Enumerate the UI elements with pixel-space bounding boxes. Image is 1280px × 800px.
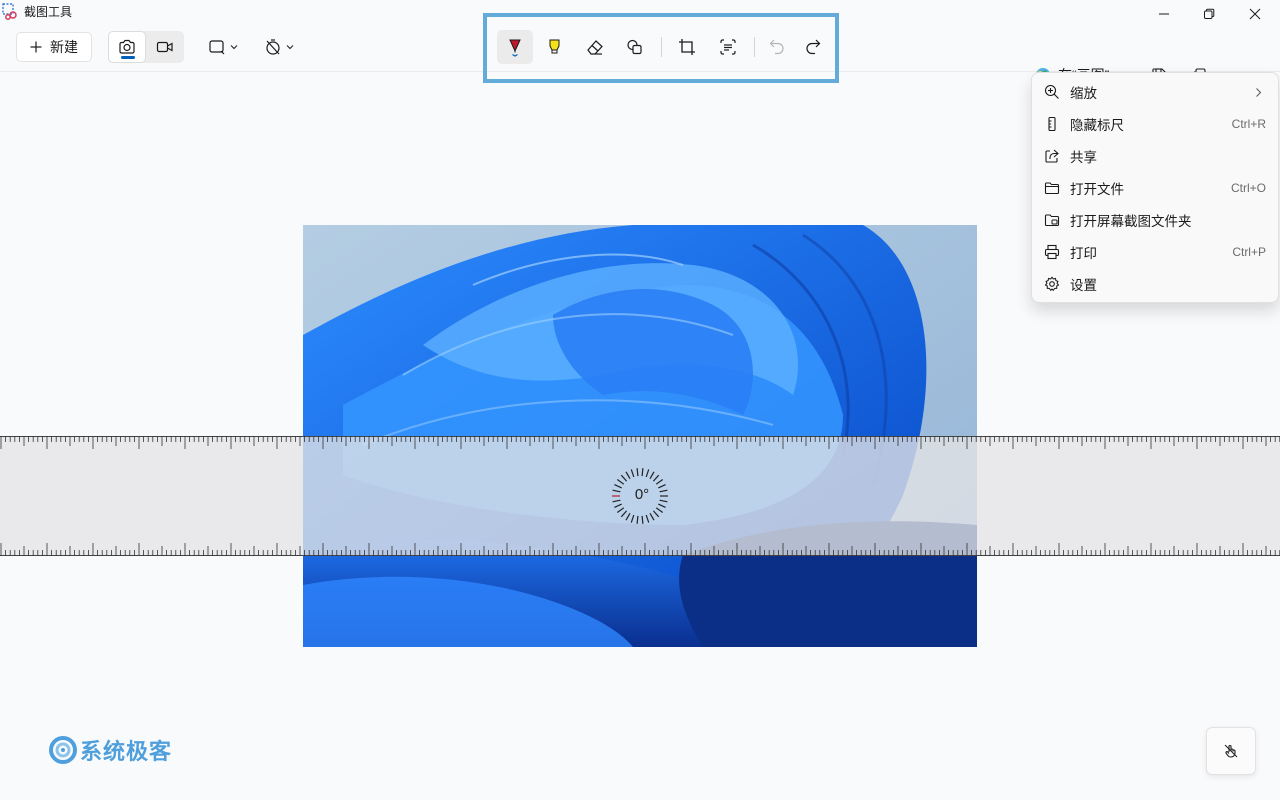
menu-item-print[interactable]: 打印 Ctrl+P xyxy=(1032,236,1278,268)
capture-mode-group xyxy=(108,31,184,63)
delay-dropdown[interactable] xyxy=(259,32,299,62)
chevron-down-icon xyxy=(230,45,238,50)
watermark-text: 系统极客 xyxy=(80,740,173,765)
menu-item-label: 打印 xyxy=(1070,246,1097,261)
minimize-button[interactable] xyxy=(1141,0,1187,28)
menu-item-label: 打开文件 xyxy=(1070,182,1124,197)
undo-button[interactable] xyxy=(759,30,795,64)
video-mode-button[interactable] xyxy=(146,31,184,63)
ballpoint-pen-icon xyxy=(509,39,521,57)
snipping-tool-app-icon xyxy=(2,3,17,20)
folder-icon xyxy=(1044,182,1060,195)
menu-item-zoom[interactable]: 缩放 xyxy=(1032,76,1278,108)
menu-item-label: 打开屏幕截图文件夹 xyxy=(1070,214,1192,229)
new-snip-button[interactable]: 新建 xyxy=(16,32,92,62)
crop-tool[interactable] xyxy=(669,30,705,64)
screenshot-mode-button[interactable] xyxy=(108,31,146,63)
eraser-icon xyxy=(587,40,603,55)
ruler-angle-label: 0° xyxy=(634,486,650,503)
close-icon xyxy=(1249,8,1261,20)
menu-item-open-screenshots-folder[interactable]: 打开屏幕截图文件夹 xyxy=(1032,204,1278,236)
highlighter-tool[interactable] xyxy=(537,30,573,64)
menu-item-label: 共享 xyxy=(1070,150,1097,165)
shapes-tool[interactable] xyxy=(617,30,653,64)
folder-image-icon xyxy=(1044,214,1060,227)
text-actions-icon xyxy=(720,39,736,55)
menu-item-settings[interactable]: 设置 xyxy=(1032,268,1278,300)
watermark: 系统极客 xyxy=(48,734,172,766)
menu-item-open-file[interactable]: 打开文件 Ctrl+O xyxy=(1032,172,1278,204)
ballpoint-pen-tool[interactable] xyxy=(497,30,533,64)
menu-item-label: 缩放 xyxy=(1070,86,1097,101)
watermark-logo xyxy=(49,736,77,764)
touch-hand-icon xyxy=(1224,744,1238,758)
app-title: 截图工具 xyxy=(24,5,73,19)
toolbar-divider xyxy=(661,37,662,57)
restore-icon xyxy=(1204,8,1215,19)
print-icon xyxy=(1044,244,1060,260)
video-camera-icon xyxy=(156,41,173,53)
chevron-right-icon xyxy=(1256,88,1262,97)
minimize-icon xyxy=(1159,13,1169,15)
toolbar-divider xyxy=(754,37,755,57)
undo-icon xyxy=(769,39,784,55)
menu-item-label: 隐藏标尺 xyxy=(1070,118,1124,133)
crop-icon xyxy=(679,39,695,55)
ruler-icon xyxy=(1048,116,1056,132)
chevron-down-icon xyxy=(286,45,294,50)
menu-item-label: 设置 xyxy=(1070,278,1097,293)
redo-button[interactable] xyxy=(795,30,831,64)
restore-button[interactable] xyxy=(1186,0,1232,28)
new-snip-label: 新建 xyxy=(50,39,78,55)
close-button[interactable] xyxy=(1232,0,1278,28)
menu-item-shortcut: Ctrl+O xyxy=(1230,181,1266,195)
share-icon xyxy=(1045,149,1059,163)
settings-icon xyxy=(1044,276,1060,291)
menu-item-share[interactable]: 共享 xyxy=(1032,140,1278,172)
no-delay-icon xyxy=(266,39,280,55)
menu-item-hide-ruler[interactable]: 隐藏标尺 Ctrl+R xyxy=(1032,108,1278,140)
eraser-tool[interactable] xyxy=(577,30,613,64)
touch-writing-button[interactable] xyxy=(1206,727,1256,775)
menu-item-shortcut: Ctrl+R xyxy=(1231,117,1266,131)
see-more-menu: 缩放 隐藏标尺 Ctrl+R 共享 打开文件 Ctrl+O 打开屏幕截图文件夹 … xyxy=(1031,72,1279,303)
snip-shape-dropdown[interactable] xyxy=(203,32,243,62)
text-actions-tool[interactable] xyxy=(710,30,746,64)
plus-icon xyxy=(30,41,42,53)
redo-icon xyxy=(806,39,821,55)
shapes-icon xyxy=(627,39,642,55)
menu-item-shortcut: Ctrl+P xyxy=(1232,245,1266,259)
rectangle-snip-icon xyxy=(209,40,225,55)
highlighter-icon xyxy=(549,39,560,54)
camera-icon xyxy=(119,39,135,54)
zoom-icon xyxy=(1044,84,1059,99)
